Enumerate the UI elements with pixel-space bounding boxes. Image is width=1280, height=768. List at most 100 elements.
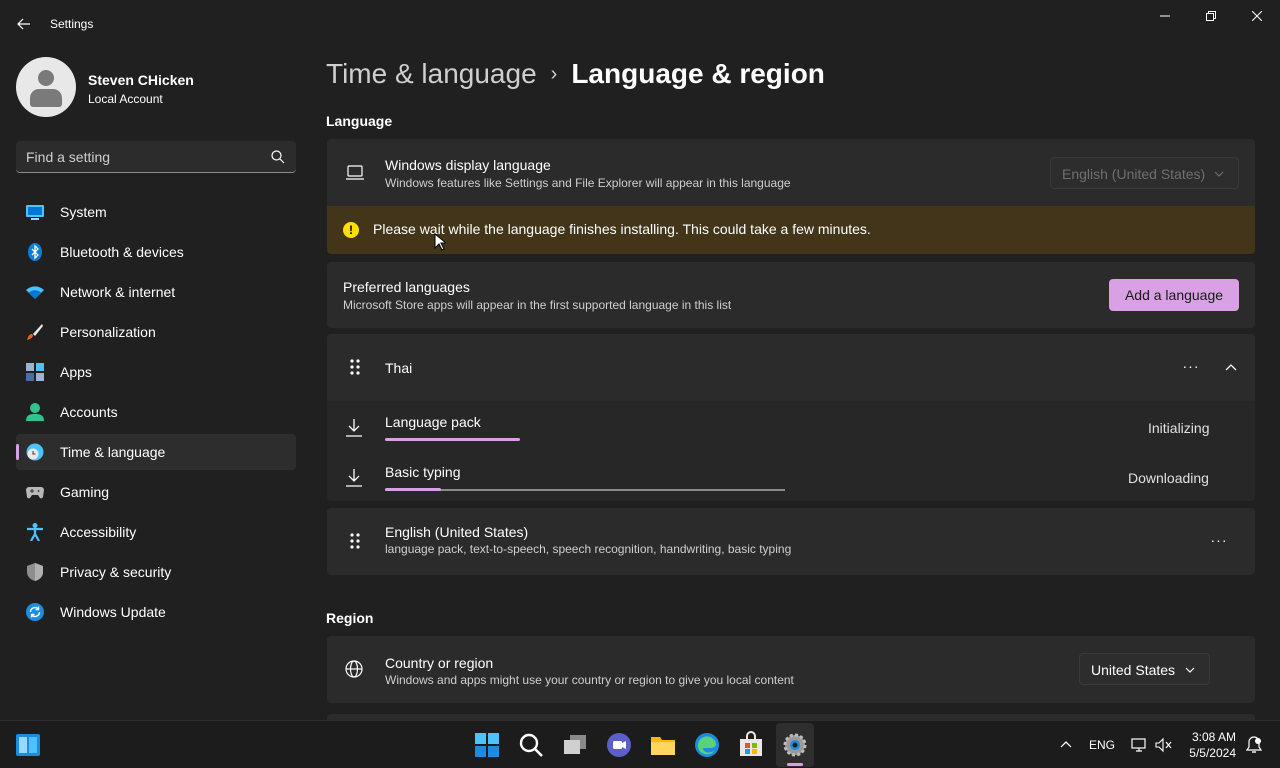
taskbar: ENG 3:08 AM 5/5/2024 [0,720,1280,768]
active-app-indicator [787,763,803,766]
download-icon [346,469,362,487]
user-profile[interactable]: Steven CHicken Local Account [16,57,296,119]
dropdown-value: English (United States) [1062,166,1206,182]
country-region-card: Country or region Windows and apps might… [327,636,1255,703]
back-arrow-icon [17,18,30,30]
gamepad-icon [26,487,44,499]
preferred-languages-title: Preferred languages [343,279,470,295]
sidebar-item-label: Network & internet [60,284,176,300]
clock-date: 5/5/2024 [1189,746,1236,760]
system-icon [26,205,44,220]
section-title-region: Region [326,610,374,626]
sidebar-item-system[interactable]: System [16,194,296,230]
restore-icon [1206,11,1216,21]
sidebar-item-label: Apps [60,364,92,380]
chevron-up-icon[interactable] [1225,362,1237,372]
sidebar-item-label: Time & language [60,444,166,460]
drag-handle-icon[interactable] [349,532,361,550]
sidebar-item-network[interactable]: Network & internet [16,274,296,310]
back-button[interactable] [12,12,36,36]
sidebar-item-time-language[interactable]: Time & language [16,434,296,470]
chevron-down-icon [1214,171,1224,177]
english-features: language pack, text-to-speech, speech re… [385,542,792,556]
user-name: Steven CHicken [88,72,194,88]
language-pack-status: Initializing [1148,420,1210,436]
progress-fill [385,488,441,491]
add-language-button[interactable]: Add a language [1109,279,1239,311]
sidebar-item-apps[interactable]: Apps [16,354,296,390]
input-language-indicator[interactable]: ENG [1089,738,1115,752]
sidebar-item-privacy[interactable]: Privacy & security [16,554,296,590]
dropdown-value: United States [1091,662,1176,678]
breadcrumb-separator: › [550,63,558,85]
sidebar-nav: System Bluetooth & devices Network & int… [16,194,296,634]
volume-muted-icon[interactable] [1155,737,1173,753]
sidebar-item-label: Privacy & security [60,564,172,580]
install-warning-banner: ! Please wait while the language finishe… [327,206,1255,254]
brush-icon [27,324,43,340]
teams-chat-icon[interactable] [605,731,633,759]
widgets-icon[interactable] [14,731,42,759]
search-icon[interactable] [270,149,286,165]
shield-icon [27,563,43,581]
clock-time: 3:08 AM [1191,730,1236,744]
warning-text: Please wait while the language finishes … [373,221,871,237]
sidebar-item-label: Personalization [60,324,156,340]
task-view-icon[interactable] [561,731,589,759]
apps-icon [26,363,44,381]
update-icon [26,603,44,621]
accounts-icon [26,403,44,421]
display-language-dropdown[interactable]: English (United States) [1050,157,1239,189]
laptop-icon [346,165,364,180]
close-button[interactable] [1234,0,1280,32]
display-language-card: Windows display language Windows feature… [327,139,1255,206]
sidebar-item-bluetooth[interactable]: Bluetooth & devices [16,234,296,270]
notification-bell-icon[interactable] [1246,736,1262,754]
minimize-button[interactable] [1142,0,1188,32]
more-options-button[interactable]: ··· [1207,530,1231,554]
time-language-icon [26,443,44,461]
sidebar-item-label: Accessibility [60,524,137,540]
sidebar-item-gaming[interactable]: Gaming [16,474,296,510]
sidebar-item-label: Accounts [60,404,118,420]
edge-icon[interactable] [693,731,721,759]
close-icon [1252,11,1262,21]
country-region-dropdown[interactable]: United States [1079,653,1210,685]
file-explorer-icon[interactable] [649,731,677,759]
chevron-down-icon [1185,667,1195,673]
drag-handle-icon[interactable] [349,358,361,376]
system-clock[interactable]: 3:08 AM 5/5/2024 [1186,729,1236,761]
globe-icon [345,660,363,678]
search-box [16,141,296,173]
language-name-thai: Thai [385,360,413,376]
thai-header[interactable]: Thai ··· [327,334,1255,401]
sidebar-item-accounts[interactable]: Accounts [16,394,296,430]
search-input[interactable] [26,141,266,172]
settings-window: Settings Steven CHicken Local Account Sy… [0,0,1280,720]
thai-language-expander: Thai ··· Language pack Initializing Basi… [327,334,1255,501]
language-name-english: English (United States) [385,524,529,540]
more-options-button[interactable]: ··· [1179,356,1203,380]
chevron-up-icon[interactable] [1060,740,1072,748]
search-icon[interactable] [517,731,545,759]
restore-button[interactable] [1188,0,1234,32]
settings-gear-icon[interactable] [781,731,809,759]
start-icon[interactable] [473,731,501,759]
sidebar-item-accessibility[interactable]: Accessibility [16,514,296,550]
country-region-subtitle: Windows and apps might use your country … [385,673,794,687]
wifi-icon [26,286,44,299]
section-title-language: Language [326,113,393,129]
sidebar-item-label: Bluetooth & devices [60,244,184,260]
basic-typing-status: Downloading [1128,470,1209,486]
store-icon[interactable] [737,731,765,759]
avatar [16,57,76,117]
network-icon[interactable] [1131,737,1147,753]
breadcrumb-parent[interactable]: Time & language [326,58,537,89]
minimize-icon [1160,15,1170,17]
display-language-title: Windows display language [385,157,551,173]
sidebar-item-windows-update[interactable]: Windows Update [16,594,296,630]
sidebar-item-label: Windows Update [60,604,166,620]
english-language-card[interactable]: English (United States) language pack, t… [327,508,1255,575]
sidebar-item-personalization[interactable]: Personalization [16,314,296,350]
country-region-title: Country or region [385,655,494,671]
